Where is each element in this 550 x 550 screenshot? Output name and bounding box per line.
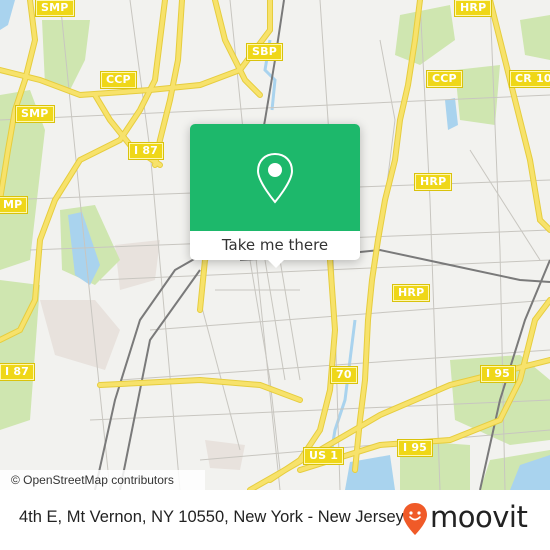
route-shield-sbp: SBP [246, 43, 283, 61]
urban-area [40, 300, 120, 370]
route-shield-ccp: CCP [100, 71, 137, 89]
urban-area [115, 240, 160, 290]
pond [445, 98, 458, 130]
moovit-smiley-pin-icon [402, 502, 428, 540]
river [0, 0, 15, 30]
popup-pointer [268, 260, 284, 268]
route-shield-i95: I 95 [479, 365, 517, 383]
park-area [395, 5, 455, 65]
route-shield-hrp: HRP [453, 0, 493, 17]
route-shield-i87: I 87 [127, 142, 165, 160]
route-shield-us1: US 1 [302, 447, 345, 465]
take-me-there-button[interactable]: Take me there [190, 231, 360, 260]
route-shield-70: 70 [330, 366, 358, 384]
route-shield-ccp: CCP [426, 70, 463, 88]
route-shield-hrp: HRP [413, 173, 453, 191]
river [345, 455, 395, 490]
footer-bar: 4th E, Mt Vernon, NY 10550, New York - N… [0, 490, 550, 550]
route-shield-i87: I 87 [0, 363, 36, 381]
moovit-wordmark: moovit [430, 500, 528, 534]
route-shield-smp: MP [0, 196, 29, 214]
address-text: 4th E, Mt Vernon, NY 10550, New York - N… [19, 508, 404, 526]
route-shield-cr101: CR 101 [509, 70, 550, 88]
route-shield-smp: SMP [35, 0, 75, 17]
map-attribution[interactable]: © OpenStreetMap contributors [0, 470, 205, 490]
route-shield-hrp: HRP [391, 284, 431, 302]
route-shield-smp: SMP [15, 105, 55, 123]
map-canvas[interactable]: SMP SMP MP SBP CCP CCP HRP HRP HRP CR 10… [0, 0, 550, 490]
park-area [520, 15, 550, 60]
route-shield-i95: I 95 [396, 439, 434, 457]
destination-popup: Take me there [190, 124, 360, 268]
popup-header [190, 124, 360, 231]
